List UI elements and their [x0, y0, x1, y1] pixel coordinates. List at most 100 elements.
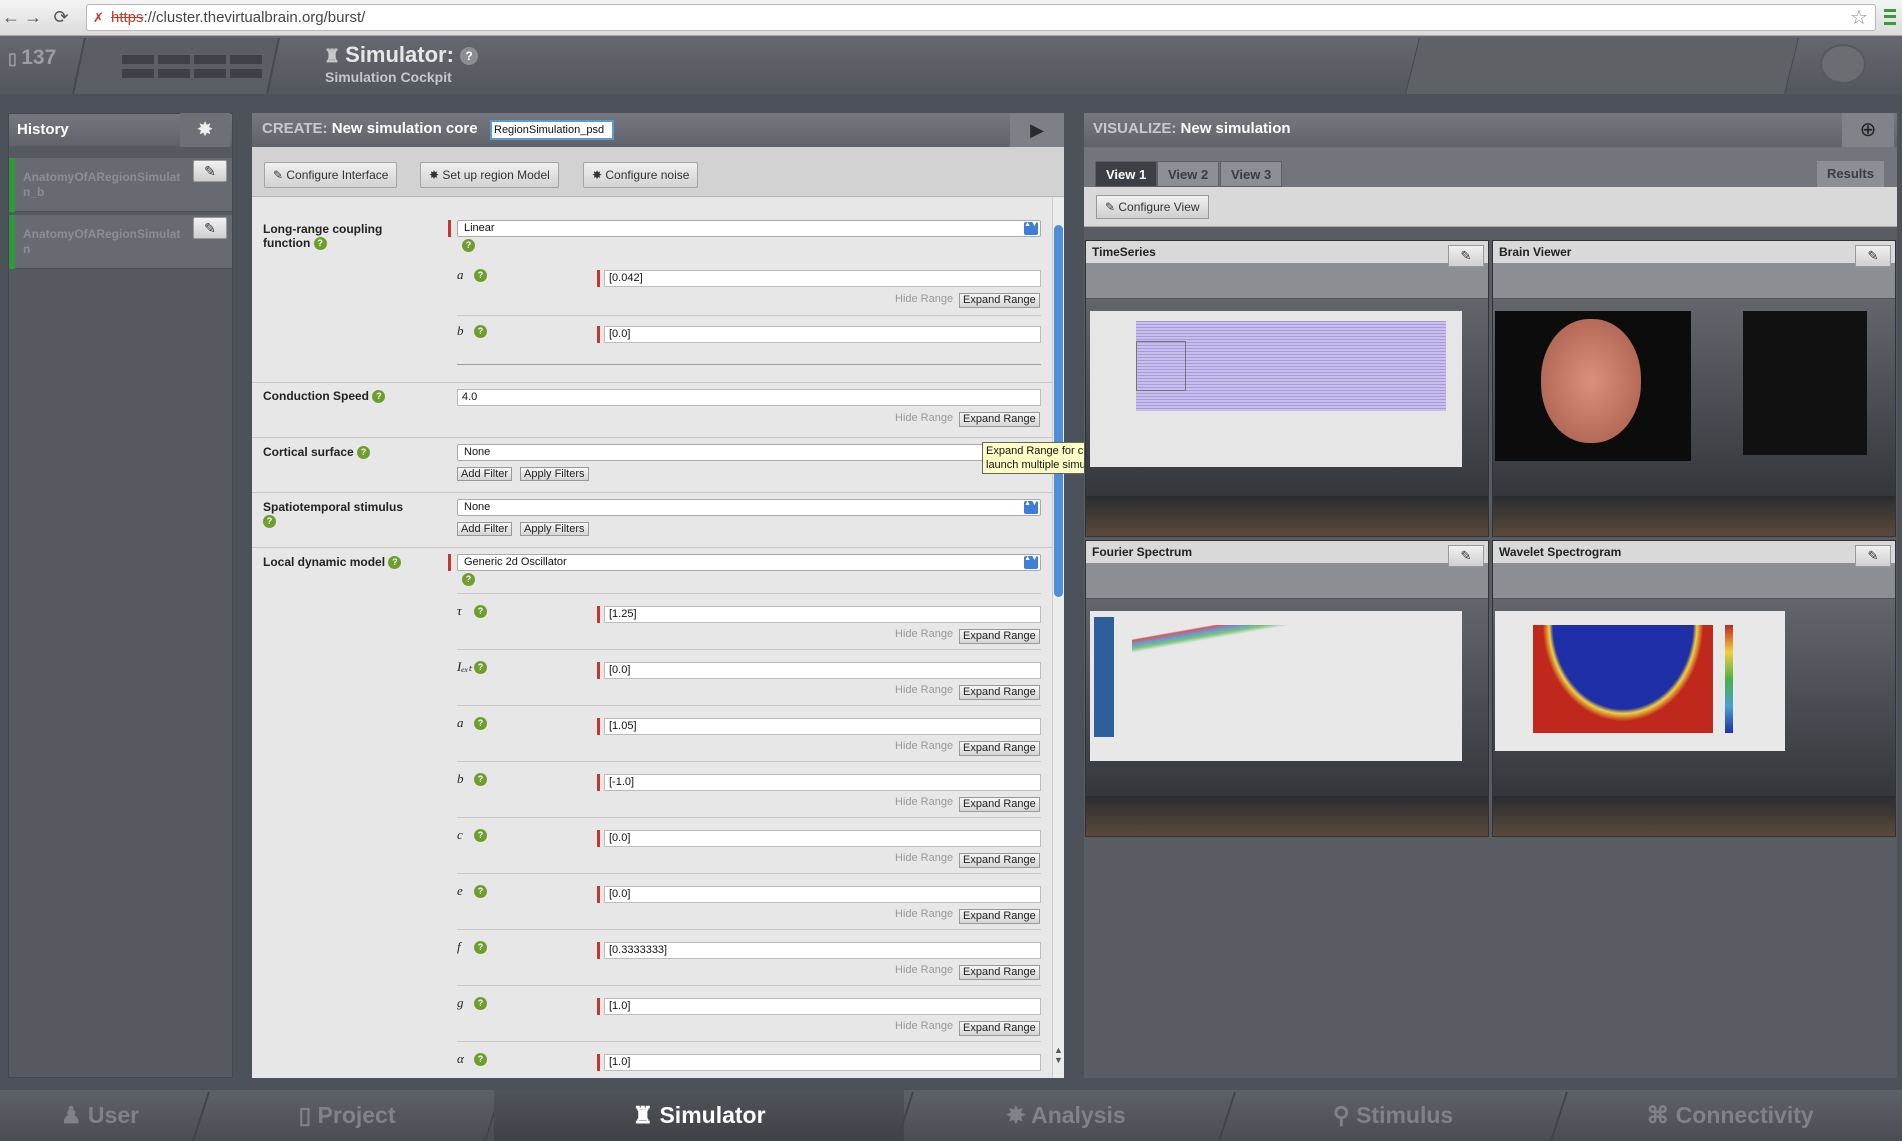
nav-stimulus[interactable]: ⚲ Stimulus: [1228, 1090, 1558, 1141]
dynamic-model-select[interactable]: Generic 2d Oscillator ▲▼: [457, 554, 1041, 571]
conduction-speed-input[interactable]: 4.0: [457, 389, 1041, 406]
wavelet-spectrogram-cell[interactable]: Wavelet Spectrogram ✎: [1492, 540, 1896, 837]
selection-box: [1136, 341, 1186, 391]
nav-project[interactable]: ▯ Project: [202, 1090, 492, 1141]
hide-range-button[interactable]: Hide Range: [895, 964, 953, 976]
expand-range-button[interactable]: Expand Range: [959, 293, 1040, 308]
param-input[interactable]: [0.0]: [604, 886, 1041, 903]
timeseries-cell[interactable]: TimeSeries ✎: [1085, 240, 1489, 537]
configure-noise-button[interactable]: ✸ Configure noise: [583, 162, 699, 188]
edit-pencil-icon[interactable]: ✎: [193, 217, 227, 239]
help-icon[interactable]: ?: [474, 325, 487, 338]
brain-viewer-cell[interactable]: Brain Viewer ✎: [1492, 240, 1896, 537]
forward-icon[interactable]: →: [22, 6, 44, 28]
expand-range-button[interactable]: Expand Range: [959, 412, 1040, 427]
param-input[interactable]: [0.0]: [604, 830, 1041, 847]
param-input[interactable]: [0.3333333]: [604, 942, 1041, 959]
reload-icon[interactable]: ⟳: [50, 6, 72, 28]
expand-range-button[interactable]: Expand Range: [959, 629, 1040, 644]
help-icon[interactable]: ?: [474, 269, 487, 282]
param-input[interactable]: [1.0]: [604, 1054, 1041, 1071]
configure-view-button[interactable]: ✎ Configure View: [1096, 195, 1209, 219]
expand-range-button[interactable]: Expand Range: [959, 797, 1040, 812]
hide-range-button[interactable]: Hide Range: [895, 684, 953, 696]
operations-counter[interactable]: ▯ 137: [8, 46, 56, 70]
address-bar[interactable]: ✗ https://cluster.thevirtualbrain.org/bu…: [86, 4, 1876, 31]
edit-pencil-icon[interactable]: ✎: [1855, 545, 1891, 567]
help-icon[interactable]: ?: [474, 605, 487, 618]
hide-range-button[interactable]: Hide Range: [895, 796, 953, 808]
nav-user[interactable]: ♟ User: [0, 1090, 200, 1141]
setup-region-model-button[interactable]: ✸ Set up region Model: [420, 162, 559, 188]
param-input[interactable]: [-1.0]: [604, 774, 1041, 791]
edit-pencil-icon[interactable]: ✎: [1448, 245, 1484, 267]
hide-range-button[interactable]: Hide Range: [895, 908, 953, 920]
expand-range-button[interactable]: Expand Range: [959, 741, 1040, 756]
scrollbar-thumb[interactable]: [1054, 225, 1063, 597]
help-icon[interactable]: ?: [474, 773, 487, 786]
configure-interface-button[interactable]: ✎ Configure Interface: [264, 162, 398, 188]
help-icon[interactable]: ?: [474, 717, 487, 730]
edit-pencil-icon[interactable]: ✎: [1855, 245, 1891, 267]
nav-analysis[interactable]: ✸ Analysis: [906, 1090, 1226, 1141]
edit-pencil-icon[interactable]: ✎: [193, 160, 227, 182]
hide-range-button[interactable]: Hide Range: [895, 1020, 953, 1032]
gear-icon[interactable]: ✸: [180, 113, 230, 147]
eeg-panels: [1743, 311, 1867, 455]
param-input[interactable]: [1.0]: [604, 998, 1041, 1015]
hide-range-button[interactable]: Hide Range: [895, 293, 953, 305]
help-icon[interactable]: ?: [357, 446, 371, 460]
expand-range-button[interactable]: Expand Range: [959, 685, 1040, 700]
nav-connectivity[interactable]: ⌘ Connectivity: [1560, 1090, 1900, 1141]
zoom-in-icon[interactable]: ⊕: [1842, 113, 1894, 147]
help-icon[interactable]: ?: [388, 556, 402, 570]
param-symbol: e: [457, 883, 463, 898]
expand-range-button[interactable]: Expand Range: [959, 853, 1040, 868]
nav-simulator[interactable]: ♜ Simulator: [494, 1090, 904, 1141]
param-input[interactable]: [1.25]: [604, 606, 1041, 623]
play-icon[interactable]: ▶: [1010, 113, 1064, 147]
browser-menu-icon[interactable]: [1884, 9, 1896, 25]
help-icon[interactable]: ?: [474, 997, 487, 1010]
results-tab[interactable]: Results: [1817, 161, 1884, 187]
fourier-spectrum-cell[interactable]: Fourier Spectrum ✎: [1085, 540, 1489, 837]
hide-range-button[interactable]: Hide Range: [895, 740, 953, 752]
hide-range-button[interactable]: Hide Range: [895, 628, 953, 640]
stimulus-select[interactable]: None ▲▼: [457, 499, 1041, 516]
help-icon[interactable]: ?: [372, 390, 386, 404]
help-icon[interactable]: ?: [460, 47, 479, 66]
back-icon[interactable]: ←: [0, 6, 22, 28]
help-icon[interactable]: ?: [263, 515, 276, 529]
help-icon[interactable]: ?: [462, 239, 475, 252]
simulation-name-input[interactable]: RegionSimulation_psd: [490, 120, 614, 140]
apply-filters-button[interactable]: Apply Filters: [520, 522, 589, 536]
param-input[interactable]: [0.042]: [604, 270, 1041, 287]
hide-range-button[interactable]: Hide Range: [895, 852, 953, 864]
add-filter-button[interactable]: Add Filter: [457, 522, 513, 536]
tab-view-2[interactable]: View 2: [1157, 161, 1220, 187]
help-icon[interactable]: ?: [474, 829, 487, 842]
bookmark-star-icon[interactable]: ☆: [1850, 5, 1868, 30]
cortical-surface-select[interactable]: None▲▼: [457, 444, 1041, 461]
help-icon[interactable]: ?: [462, 573, 475, 586]
param-input[interactable]: [0.0]: [604, 326, 1041, 343]
help-icon[interactable]: ?: [313, 237, 327, 251]
param-input[interactable]: [0.0]: [604, 662, 1041, 679]
help-icon[interactable]: ?: [474, 661, 487, 674]
help-icon[interactable]: ?: [474, 885, 487, 898]
tab-view-3[interactable]: View 3: [1220, 161, 1283, 187]
expand-range-button[interactable]: Expand Range: [959, 1021, 1040, 1036]
help-icon[interactable]: ?: [474, 1053, 487, 1066]
scroll-arrows-icon[interactable]: ▲ ▼: [1054, 1045, 1063, 1065]
nav-label: Connectivity: [1675, 1102, 1814, 1128]
tab-view-1[interactable]: View 1: [1095, 161, 1158, 187]
help-icon[interactable]: ?: [474, 941, 487, 954]
coupling-select[interactable]: Linear ▲▼: [457, 220, 1041, 237]
expand-range-button[interactable]: Expand Range: [959, 965, 1040, 980]
apply-filters-button[interactable]: Apply Filters: [520, 467, 589, 481]
edit-pencil-icon[interactable]: ✎: [1448, 545, 1484, 567]
add-filter-button[interactable]: Add Filter: [457, 467, 513, 481]
expand-range-button[interactable]: Expand Range: [959, 909, 1040, 924]
param-input[interactable]: [1.05]: [604, 718, 1041, 735]
hide-range-button[interactable]: Hide Range: [895, 412, 953, 424]
